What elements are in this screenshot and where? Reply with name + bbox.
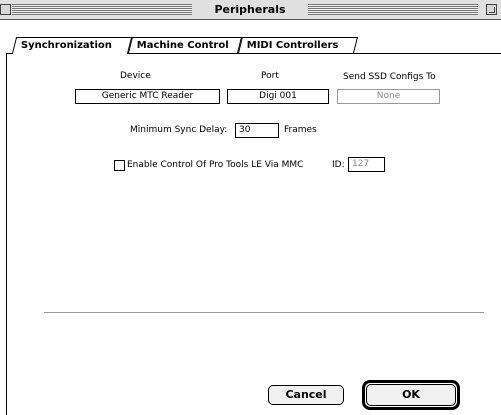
- button-separator: [44, 312, 484, 313]
- min-sync-delay-input[interactable]: 30: [235, 123, 279, 138]
- tab-midi-controllers[interactable]: MIDI Controllers: [238, 37, 358, 53]
- device-popup[interactable]: Generic MTC Reader: [75, 89, 220, 104]
- tab-synchronization[interactable]: Synchronization: [11, 37, 133, 54]
- ssd-configs-popup[interactable]: None: [337, 89, 440, 104]
- mmc-enable-checkbox[interactable]: [114, 160, 125, 171]
- min-sync-delay-label: Minimum Sync Delay:: [130, 125, 228, 135]
- tab-midi-controllers-label: MIDI Controllers: [246, 40, 339, 51]
- ssd-header: Send SSD Configs To: [343, 72, 436, 82]
- peripherals-window: Peripherals Synchronization Machine Cont…: [0, 0, 501, 415]
- port-popup[interactable]: Digi 001: [227, 89, 329, 104]
- mmc-id-label: ID:: [332, 160, 345, 170]
- synchronization-panel: [6, 54, 501, 415]
- cancel-button[interactable]: Cancel: [268, 385, 344, 405]
- title-bar[interactable]: Peripherals: [0, 0, 501, 20]
- port-header: Port: [261, 71, 279, 81]
- device-header: Device: [120, 71, 151, 81]
- frames-label: Frames: [284, 125, 317, 135]
- tab-machine-control-label: Machine Control: [136, 40, 229, 51]
- tab-machine-control[interactable]: Machine Control: [128, 37, 242, 53]
- close-box-icon[interactable]: [0, 4, 11, 15]
- mmc-id-input[interactable]: 127: [348, 157, 385, 172]
- ok-button[interactable]: OK: [366, 384, 456, 406]
- mmc-enable-label: Enable Control Of Pro Tools LE Via MMC: [127, 160, 304, 170]
- tab-synchronization-label: Synchronization: [20, 40, 112, 51]
- title-bar-stripes-right: [308, 4, 478, 15]
- window-title: Peripherals: [194, 2, 306, 18]
- title-bar-stripes-left: [12, 4, 192, 15]
- collapse-box-icon[interactable]: [486, 4, 497, 15]
